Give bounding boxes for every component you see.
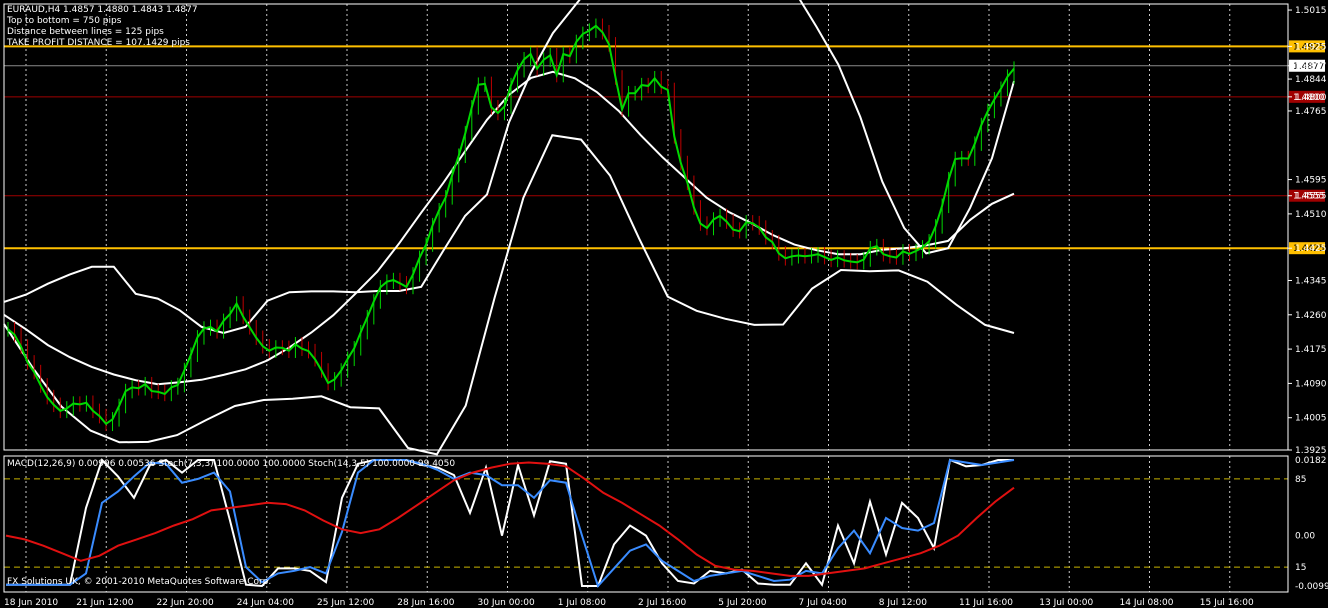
y-tick-label: 1.4005 — [1295, 414, 1327, 424]
info-line-distance: Distance between lines = 125 pips — [7, 27, 164, 37]
bollinger-bands — [3, 0, 1015, 456]
copyright-text: FX Solutions UK, © 2001-2010 MetaQuotes … — [7, 577, 272, 587]
main-panel-frame — [3, 3, 1289, 451]
info-line-top-bottom: Top to bottom = 750 pips — [7, 16, 122, 26]
y-tick-label: 1.4090 — [1295, 379, 1327, 389]
macd-signal-line — [5, 461, 1015, 577]
indicator-panel — [4, 458, 1288, 588]
bollinger-middle-band — [3, 70, 1015, 386]
y-tick-label: 1.4877 — [1295, 62, 1327, 72]
bollinger-upper-band — [3, 0, 1015, 335]
indicator-y-tick-label: -0.0099 — [1295, 582, 1328, 592]
y-tick-label: 1.4555 — [1295, 192, 1327, 202]
y-tick-label: 1.4844 — [1295, 75, 1327, 85]
x-tick-label: 8 Jul 12:00 — [879, 598, 928, 608]
y-tick-label: 1.4175 — [1295, 345, 1327, 355]
x-tick-label: 5 Jul 20:00 — [718, 598, 767, 608]
x-tick-label: 28 Jun 16:00 — [397, 598, 454, 608]
y-tick-label: 1.4800 — [1295, 93, 1327, 103]
indicator-y-tick-label: 0.0182 — [1295, 456, 1327, 466]
x-tick-label: 2 Jul 16:00 — [638, 598, 687, 608]
bollinger-lower-band — [3, 134, 1015, 456]
x-tick-label: 18 Jun 2010 — [4, 598, 58, 608]
x-tick-label: 30 Jun 00:00 — [478, 598, 535, 608]
y-tick-label: 1.5015 — [1295, 6, 1327, 16]
x-tick-label: 7 Jul 04:00 — [799, 598, 848, 608]
y-tick-label: 1.4425 — [1295, 244, 1327, 254]
indicator-y-tick-label: 15 — [1295, 563, 1306, 573]
indicator-y-tick-label: 0.00 — [1295, 532, 1315, 542]
chart-canvas: 1.4925 1.4800 1.4555 1.4425 1.4877 18 Jun 20… — [3, 0, 1328, 608]
y-tick-label: 1.4345 — [1295, 276, 1327, 286]
y-tick-label: 1.4595 — [1295, 176, 1327, 186]
info-line-take-profit: TAKE PROFIT DISTANCE = 107.1429 pips — [7, 38, 190, 48]
x-tick-label: 21 Jun 12:00 — [76, 598, 133, 608]
price-series — [7, 18, 1015, 432]
indicator-label: MACD(12,26,9) 0.00996 0.00536 Stoch(7,3,… — [7, 459, 456, 469]
x-tick-label: 22 Jun 20:00 — [157, 598, 214, 608]
x-tick-label: 24 Jun 04:00 — [237, 598, 294, 608]
indicator-y-tick-label: 85 — [1295, 475, 1306, 485]
grid — [25, 4, 1231, 592]
x-tick-label: 25 Jun 12:00 — [317, 598, 374, 608]
indicator-panel-frame — [3, 455, 1289, 593]
x-tick-label: 15 Jul 16:00 — [1200, 598, 1254, 608]
y-tick-label: 1.4925 — [1295, 42, 1327, 52]
axes: 18 Jun 2010 21 Jun 12:00 22 Jun 20:00 24 Ju… — [3, 3, 1328, 608]
x-tick-label: 11 Jul 16:00 — [959, 598, 1013, 608]
y-tick-label: 1.4765 — [1295, 107, 1327, 117]
x-tick-label: 14 Jul 08:00 — [1120, 598, 1174, 608]
x-tick-label: 13 Jul 00:00 — [1039, 598, 1093, 608]
y-tick-label: 1.3925 — [1295, 446, 1327, 456]
y-tick-label: 1.4260 — [1295, 311, 1327, 321]
x-tick-label: 1 Jul 08:00 — [558, 598, 607, 608]
close-line — [7, 24, 1015, 426]
horizontal-levels: 1.4925 1.4800 1.4555 1.4425 1.4877 — [4, 40, 1325, 255]
chart-title: EURAUD,H4 1.4857 1.4880 1.4843 1.4877 — [7, 5, 198, 15]
y-tick-label: 1.4510 — [1295, 210, 1327, 220]
